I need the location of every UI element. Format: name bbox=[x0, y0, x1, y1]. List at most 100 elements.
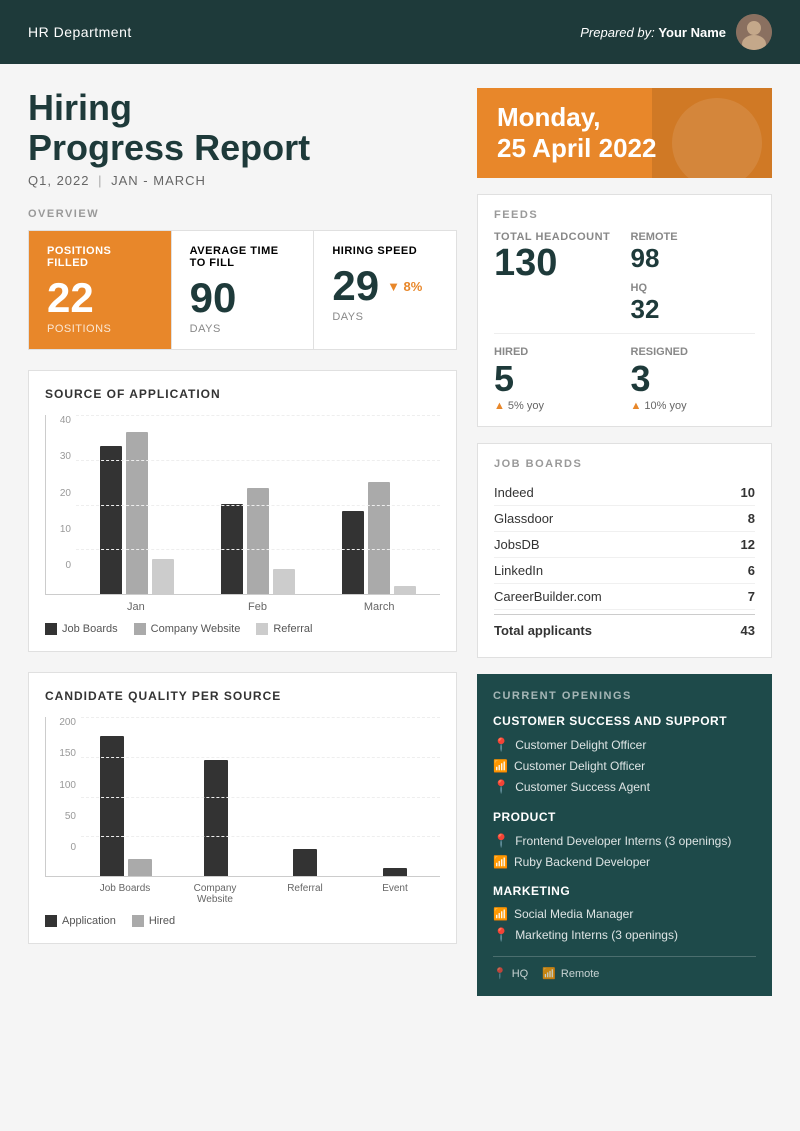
resigned-trend-pct: 10% yoy bbox=[644, 400, 686, 412]
opening-category-marketing: MARKETING bbox=[493, 884, 756, 898]
cq-bar-jb-hired bbox=[128, 859, 152, 876]
hiring-speed-card: HIRING SPEED 29 ▼ 8% DAYS bbox=[314, 231, 456, 349]
openings-legend: 📍 HQ 📶 Remote bbox=[493, 956, 756, 980]
x-label-jan: Jan bbox=[75, 601, 197, 613]
company-name: HR Department bbox=[28, 24, 132, 40]
cq-x-ev: Event bbox=[350, 883, 440, 905]
hq-label: HQ bbox=[631, 282, 756, 294]
opening-title-fdi: Frontend Developer Interns (3 openings) bbox=[515, 834, 731, 848]
opening-category-css: Customer Success and Support bbox=[493, 714, 756, 728]
overview-cards: POSITIONS FILLED 22 POSITIONS AVERAGE TI… bbox=[28, 230, 457, 350]
legend-hq: 📍 HQ bbox=[493, 967, 528, 980]
headcount-value: 130 bbox=[494, 243, 619, 285]
jb-val-indeed: 10 bbox=[741, 485, 755, 500]
cq-y-150: 150 bbox=[46, 748, 76, 759]
cq-bar-jb-app bbox=[100, 736, 124, 876]
job-boards-list: Indeed 10 Glassdoor 8 JobsDB 12 LinkedIn… bbox=[494, 480, 755, 643]
cq-x-labels: Job Boards CompanyWebsite Referral Event bbox=[45, 883, 440, 905]
opening-category-product: PRODUCT bbox=[493, 810, 756, 824]
bar-jan-jobboards bbox=[100, 446, 122, 594]
legend-dot-jobboards bbox=[45, 623, 57, 635]
resigned-trend: ▲ 10% yoy bbox=[631, 400, 756, 412]
opening-title-csa: Customer Success Agent bbox=[515, 780, 650, 794]
positions-filled-card: POSITIONS FILLED 22 POSITIONS bbox=[29, 231, 172, 349]
avg-time-value: 90 bbox=[190, 277, 296, 319]
prepared-by: Prepared by: Your Name bbox=[580, 14, 772, 50]
opening-item-csa: 📍 Customer Success Agent bbox=[493, 776, 756, 798]
hq-value: 32 bbox=[631, 294, 756, 325]
date-line1: Monday, bbox=[497, 102, 656, 133]
bar-march-referral bbox=[394, 586, 416, 594]
hired-trend-icon: ▲ bbox=[494, 400, 505, 412]
overview-section: OVERVIEW POSITIONS FILLED 22 POSITIONS A… bbox=[28, 208, 457, 350]
jb-name-careerbuilder: CareerBuilder.com bbox=[494, 589, 602, 604]
jb-total-label: Total applicants bbox=[494, 623, 592, 638]
remote-hq-item: REMOTE 98 HQ 32 bbox=[631, 231, 756, 325]
legend-hq-label: HQ bbox=[512, 968, 529, 980]
cq-legend-application: Application bbox=[45, 915, 116, 927]
left-column: Hiring Progress Report Q1, 2022 | JAN - … bbox=[28, 88, 457, 996]
cq-legend-label-app: Application bbox=[62, 915, 116, 927]
y-label-20: 20 bbox=[46, 488, 71, 499]
pin-icon: 📍 bbox=[493, 737, 509, 753]
bar-jan-referral bbox=[152, 559, 174, 594]
cq-legend: Application Hired bbox=[45, 915, 440, 927]
bar-jan-companyweb bbox=[126, 432, 148, 594]
pin-icon-3: 📍 bbox=[493, 833, 509, 849]
jb-row-indeed: Indeed 10 bbox=[494, 480, 755, 506]
resigned-value: 3 bbox=[631, 358, 756, 400]
bar-feb-referral bbox=[273, 569, 295, 594]
cq-x-cw: CompanyWebsite bbox=[170, 883, 260, 905]
right-column: Monday, 25 April 2022 FEEDS TOTAL HEADCO… bbox=[477, 88, 772, 996]
legend-pin-icon: 📍 bbox=[493, 967, 507, 980]
source-bar-chart: 40 30 20 10 0 bbox=[45, 415, 440, 635]
cq-bar-cw-app bbox=[204, 760, 228, 876]
legend-referral: Referral bbox=[256, 623, 312, 635]
cq-title: CANDIDATE QUALITY PER SOURCE bbox=[45, 689, 440, 703]
cq-bar-ref-app bbox=[293, 849, 317, 876]
jb-row-linkedin: LinkedIn 6 bbox=[494, 558, 755, 584]
source-chart-legend: Job Boards Company Website Referral bbox=[45, 623, 440, 635]
pin-icon-2: 📍 bbox=[493, 779, 509, 795]
opening-item-mi: 📍 Marketing Interns (3 openings) bbox=[493, 924, 756, 946]
bar-feb-jobboards bbox=[221, 504, 243, 594]
opening-item-cdo2: 📶 Customer Delight Officer bbox=[493, 756, 756, 776]
date-banner: Monday, 25 April 2022 bbox=[477, 88, 772, 178]
legend-remote: 📶 Remote bbox=[542, 967, 599, 980]
opening-title-cdo2: Customer Delight Officer bbox=[514, 759, 645, 773]
avg-time-label: AVERAGE TIME TO FILL bbox=[190, 245, 296, 269]
avg-time-card: AVERAGE TIME TO FILL 90 DAYS bbox=[172, 231, 315, 349]
cq-y-0: 0 bbox=[46, 842, 76, 853]
jb-val-careerbuilder: 7 bbox=[748, 589, 755, 604]
jb-name-indeed: Indeed bbox=[494, 485, 534, 500]
avatar bbox=[736, 14, 772, 50]
bar-group-feb bbox=[197, 488, 318, 594]
source-of-application: SOURCE OF APPLICATION 40 30 20 10 0 bbox=[28, 370, 457, 652]
cq-bar-group-referral bbox=[261, 849, 351, 876]
header: HR Department Prepared by: Your Name bbox=[0, 0, 800, 64]
legend-dot-referral bbox=[256, 623, 268, 635]
candidate-quality-section: CANDIDATE QUALITY PER SOURCE 200 150 100… bbox=[28, 672, 457, 944]
cq-y-200: 200 bbox=[46, 717, 76, 728]
legend-companyweb: Company Website bbox=[134, 623, 241, 635]
feeds-label: FEEDS bbox=[494, 209, 755, 221]
opening-title-smm: Social Media Manager bbox=[514, 907, 633, 921]
x-labels: Jan Feb March bbox=[45, 601, 440, 613]
y-label-10: 10 bbox=[46, 524, 71, 535]
jb-name-glassdoor: Glassdoor bbox=[494, 511, 553, 526]
bar-march-companyweb bbox=[368, 482, 390, 594]
cq-legend-dot-hired bbox=[132, 915, 144, 927]
total-headcount-item: TOTAL HEADCOUNT 130 bbox=[494, 231, 619, 325]
jb-row-glassdoor: Glassdoor 8 bbox=[494, 506, 755, 532]
avg-time-sub: DAYS bbox=[190, 323, 296, 335]
cq-bar-chart: 200 150 100 50 0 bbox=[45, 717, 440, 927]
jb-val-glassdoor: 8 bbox=[748, 511, 755, 526]
positions-filled-value: 22 bbox=[47, 277, 153, 319]
y-label-40: 40 bbox=[46, 415, 71, 426]
cq-legend-dot-app bbox=[45, 915, 57, 927]
x-label-feb: Feb bbox=[197, 601, 319, 613]
wifi-icon-3: 📶 bbox=[493, 907, 508, 921]
opening-title-rbd: Ruby Backend Developer bbox=[514, 855, 650, 869]
hired-value: 5 bbox=[494, 358, 619, 400]
bar-march-jobboards bbox=[342, 511, 364, 594]
